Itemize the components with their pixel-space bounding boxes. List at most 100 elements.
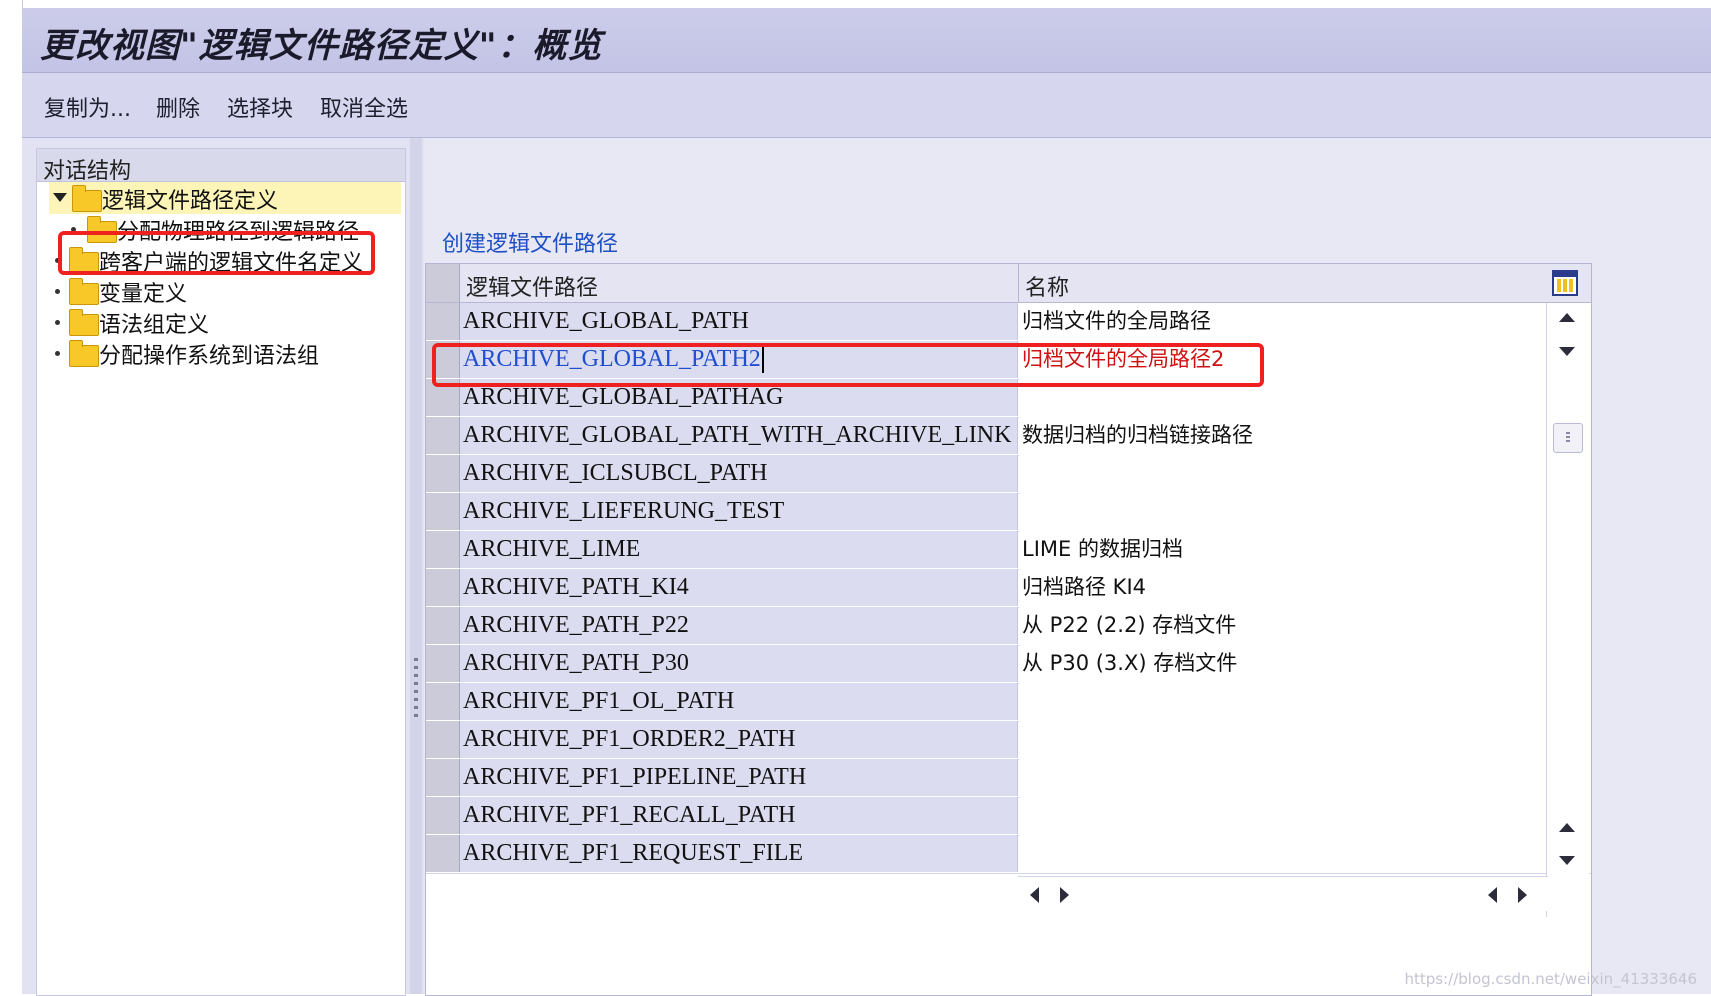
row-selector[interactable]	[426, 835, 460, 872]
path-cell[interactable]: ARCHIVE_PATH_KI4	[460, 569, 1018, 606]
name-cell[interactable]: 从 P22 (2.2) 存档文件	[1019, 607, 1591, 644]
scroll-thumb[interactable]	[1553, 423, 1583, 453]
name-cell[interactable]: 归档文件的全局路径	[1019, 303, 1591, 340]
row-selector[interactable]	[426, 607, 460, 644]
name-cell[interactable]: LIME 的数据归档	[1019, 531, 1591, 568]
splitter-grip[interactable]	[414, 658, 418, 718]
path-cell[interactable]: ARCHIVE_GLOBAL_PATH_WITH_ARCHIVE_LINK	[460, 417, 1018, 454]
row-selector[interactable]	[426, 569, 460, 606]
page-up-icon[interactable]	[1559, 313, 1575, 322]
table-row[interactable]: ARCHIVE_PATH_P30 从 P30 (3.X) 存档文件	[426, 645, 1591, 684]
folder-icon	[69, 340, 99, 367]
name-cell[interactable]: 数据归档的归档链接路径	[1019, 417, 1591, 454]
table-settings-icon[interactable]	[1552, 270, 1578, 296]
path-cell[interactable]: ARCHIVE_LIEFERUNG_TEST	[460, 493, 1018, 530]
table-title: 创建逻辑文件路径	[442, 232, 619, 257]
path-cell[interactable]: ARCHIVE_LIME	[460, 531, 1018, 568]
tree-item-label: 分配操作系统到语法组	[99, 344, 320, 369]
row-selector[interactable]	[426, 417, 460, 454]
table-row[interactable]: ARCHIVE_LIME LIME 的数据归档	[426, 531, 1591, 570]
name-cell[interactable]	[1019, 797, 1591, 834]
tree-item-label: 变量定义	[99, 282, 188, 307]
table-row[interactable]: ARCHIVE_PF1_ORDER2_PATH	[426, 721, 1591, 760]
tree-item-label: 逻辑文件路径定义	[102, 189, 279, 214]
page-title: 更改视图"逻辑文件路径定义"：概览	[40, 26, 603, 66]
name-cell[interactable]: 归档路径 KI4	[1019, 569, 1591, 606]
tree-item-syntax-group[interactable]: 语法组定义	[51, 306, 403, 338]
table-header: 逻辑文件路径 名称	[426, 264, 1591, 303]
name-cell[interactable]	[1019, 455, 1591, 492]
watermark: https://blog.csdn.net/weixin_41333646	[1404, 970, 1697, 988]
highlight-box-tree	[58, 231, 375, 275]
expand-triangle-icon[interactable]	[53, 193, 67, 202]
table-row[interactable]: ARCHIVE_PATH_P22 从 P22 (2.2) 存档文件	[426, 607, 1591, 646]
name-cell[interactable]	[1019, 493, 1591, 530]
folder-icon	[69, 309, 99, 336]
row-selector[interactable]	[426, 645, 460, 682]
path-cell[interactable]: ARCHIVE_PF1_ORDER2_PATH	[460, 721, 1018, 758]
name-cell[interactable]	[1019, 835, 1591, 872]
row-selector[interactable]	[426, 493, 460, 530]
table-row[interactable]: ARCHIVE_PF1_RECALL_PATH	[426, 797, 1591, 836]
path-cell[interactable]: ARCHIVE_PF1_REQUEST_FILE	[460, 835, 1018, 872]
row-selector[interactable]	[426, 759, 460, 796]
column-header-name[interactable]: 名称	[1025, 270, 1069, 302]
delete-button[interactable]: 删除	[156, 91, 200, 123]
tree-item-assign-os[interactable]: 分配操作系统到语法组	[51, 337, 403, 369]
page-down-icon[interactable]	[1559, 347, 1575, 356]
sap-window: 更改视图"逻辑文件路径定义"：概览 复制为... 删除 选择块 取消全选 对话结…	[0, 0, 1711, 996]
column-header-path[interactable]: 逻辑文件路径	[466, 270, 598, 302]
path-cell[interactable]: ARCHIVE_PATH_P30	[460, 645, 1018, 682]
dialog-structure-header: 对话结构	[37, 149, 405, 184]
row-selector[interactable]	[426, 531, 460, 568]
path-cell[interactable]: ARCHIVE_GLOBAL_PATH	[460, 303, 1018, 340]
copy-as-button[interactable]: 复制为...	[44, 91, 131, 123]
table-row[interactable]: ARCHIVE_GLOBAL_PATH 归档文件的全局路径	[426, 303, 1591, 342]
left-gutter	[0, 0, 23, 994]
scroll-left-end-icon[interactable]	[1488, 887, 1497, 903]
vertical-scrollbar[interactable]	[1546, 303, 1589, 917]
bullet-icon	[55, 289, 60, 294]
path-cell[interactable]: ARCHIVE_ICLSUBCL_PATH	[460, 455, 1018, 492]
table-row[interactable]: ARCHIVE_ICLSUBCL_PATH	[426, 455, 1591, 494]
path-cell[interactable]: ARCHIVE_PF1_RECALL_PATH	[460, 797, 1018, 834]
select-block-button[interactable]: 选择块	[227, 91, 293, 123]
name-cell[interactable]	[1019, 683, 1591, 720]
highlight-box-row	[432, 343, 1264, 387]
table-row[interactable]: ARCHIVE_LIEFERUNG_TEST	[426, 493, 1591, 532]
name-cell[interactable]	[1019, 721, 1591, 758]
table-row[interactable]: ARCHIVE_PF1_OL_PATH	[426, 683, 1591, 722]
table-row[interactable]: ARCHIVE_PF1_REQUEST_FILE	[426, 835, 1591, 874]
scroll-up-icon[interactable]	[1559, 823, 1575, 832]
table-row[interactable]: ARCHIVE_GLOBAL_PATH_WITH_ARCHIVE_LINK 数据…	[426, 417, 1591, 456]
row-selector[interactable]	[426, 721, 460, 758]
tree-item-logical-file-path[interactable]: 逻辑文件路径定义	[49, 182, 401, 214]
scroll-left-icon[interactable]	[1030, 887, 1039, 903]
scroll-right-icon[interactable]	[1060, 887, 1069, 903]
name-cell[interactable]: 从 P30 (3.X) 存档文件	[1019, 645, 1591, 682]
dialog-structure-pane: 对话结构 逻辑文件路径定义 分配物理路径到逻辑路径 跨客户端的逻辑文件名定义 变…	[36, 148, 406, 996]
row-selector[interactable]	[426, 303, 460, 340]
horizontal-scrollbar[interactable]	[1018, 876, 1548, 911]
row-selector[interactable]	[426, 683, 460, 720]
scroll-right-end-icon[interactable]	[1518, 887, 1527, 903]
path-cell[interactable]: ARCHIVE_PF1_OL_PATH	[460, 683, 1018, 720]
row-selector[interactable]	[426, 455, 460, 492]
title-bar: 更改视图"逻辑文件路径定义"：概览	[22, 8, 1711, 73]
bullet-icon	[55, 351, 60, 356]
select-all-cell[interactable]	[426, 264, 460, 302]
table-row[interactable]: ARCHIVE_PATH_KI4 归档路径 KI4	[426, 569, 1591, 608]
scroll-down-icon[interactable]	[1559, 856, 1575, 865]
dialog-structure-title: 对话结构	[43, 159, 132, 184]
path-cell[interactable]: ARCHIVE_PF1_PIPELINE_PATH	[460, 759, 1018, 796]
row-selector[interactable]	[426, 797, 460, 834]
tree-item-label: 语法组定义	[99, 313, 210, 338]
column-divider[interactable]	[1018, 264, 1019, 302]
application-toolbar: 复制为... 删除 选择块 取消全选	[22, 73, 1711, 138]
path-cell[interactable]: ARCHIVE_PATH_P22	[460, 607, 1018, 644]
tree-item-variable-definition[interactable]: 变量定义	[51, 275, 403, 307]
deselect-all-button[interactable]: 取消全选	[320, 91, 408, 123]
pane-splitter[interactable]	[410, 138, 422, 994]
table-row[interactable]: ARCHIVE_PF1_PIPELINE_PATH	[426, 759, 1591, 798]
name-cell[interactable]	[1019, 759, 1591, 796]
